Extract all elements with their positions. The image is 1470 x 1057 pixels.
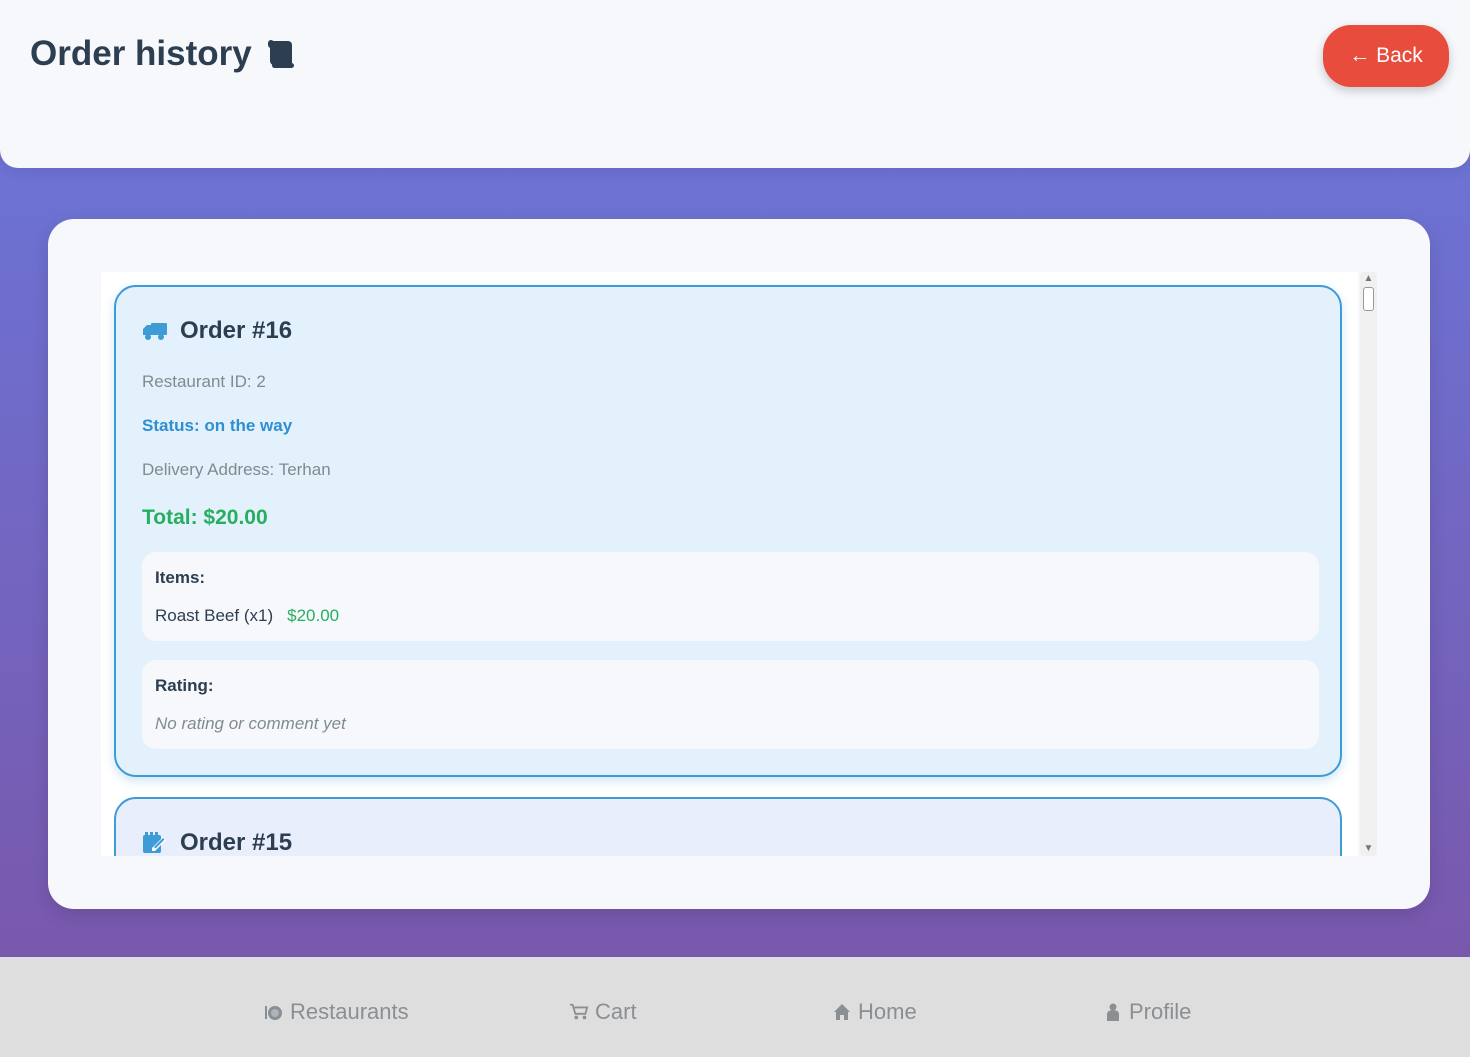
- top-header: Order history ← Back: [0, 0, 1470, 168]
- nav-home-label: Home: [858, 999, 917, 1024]
- plate-icon: [265, 1006, 282, 1020]
- rating-label: Rating:: [155, 676, 214, 695]
- nav-cart[interactable]: Cart: [569, 999, 637, 1025]
- orders-scrollbar[interactable]: ▲ ▼: [1360, 272, 1377, 856]
- order-header: Order #15: [142, 829, 292, 856]
- item-price: $20.00: [287, 606, 340, 625]
- order-total: Total: $20.00: [142, 506, 268, 529]
- nav-profile-label: Profile: [1129, 999, 1192, 1024]
- back-button[interactable]: ← Back: [1323, 25, 1449, 87]
- orders-panel: Order #16 Restaurant ID: 2 Status: on th…: [48, 219, 1430, 909]
- delivery-truck-icon: [143, 323, 167, 340]
- rating-box: Rating: No rating or comment yet: [142, 660, 1319, 749]
- nav-cart-label: Cart: [595, 999, 637, 1024]
- items-box: Items: Roast Beef (x1) $20.00: [142, 552, 1319, 641]
- order-card: Order #16 Restaurant ID: 2 Status: on th…: [114, 285, 1342, 777]
- bottom-nav: Restaurants Cart Home Profile: [0, 957, 1470, 1057]
- memo-icon: [143, 832, 166, 853]
- nav-restaurants-label: Restaurants: [290, 999, 409, 1024]
- cart-icon: [569, 1003, 589, 1020]
- rating-text: No rating or comment yet: [155, 714, 346, 733]
- delivery-address: Delivery Address: Terhan: [142, 460, 331, 479]
- scroll-down-icon[interactable]: ▼: [1360, 842, 1377, 856]
- scroll-icon: [267, 40, 294, 68]
- item-row: Roast Beef (x1) $20.00: [155, 606, 339, 626]
- items-label: Items:: [155, 568, 206, 587]
- person-icon: [1107, 1003, 1119, 1021]
- scroll-thumb[interactable]: [1363, 287, 1374, 311]
- order-title: Order #15: [180, 829, 293, 856]
- page-title: Order history: [30, 34, 298, 74]
- orders-list[interactable]: Order #16 Restaurant ID: 2 Status: on th…: [101, 272, 1358, 856]
- nav-restaurants[interactable]: Restaurants: [264, 999, 409, 1025]
- home-icon: [834, 1004, 850, 1020]
- order-header: Order #16: [142, 317, 292, 345]
- nav-profile[interactable]: Profile: [1103, 999, 1191, 1025]
- order-title: Order #16: [180, 317, 293, 344]
- page-title-text: Order history: [30, 34, 252, 73]
- item-name: Roast Beef (x1): [155, 606, 274, 625]
- order-status: Status: on the way: [142, 416, 293, 435]
- scroll-up-icon[interactable]: ▲: [1360, 272, 1377, 286]
- order-card: Order #15: [114, 797, 1342, 856]
- nav-home[interactable]: Home: [832, 999, 917, 1025]
- restaurant-id: Restaurant ID: 2: [142, 372, 266, 391]
